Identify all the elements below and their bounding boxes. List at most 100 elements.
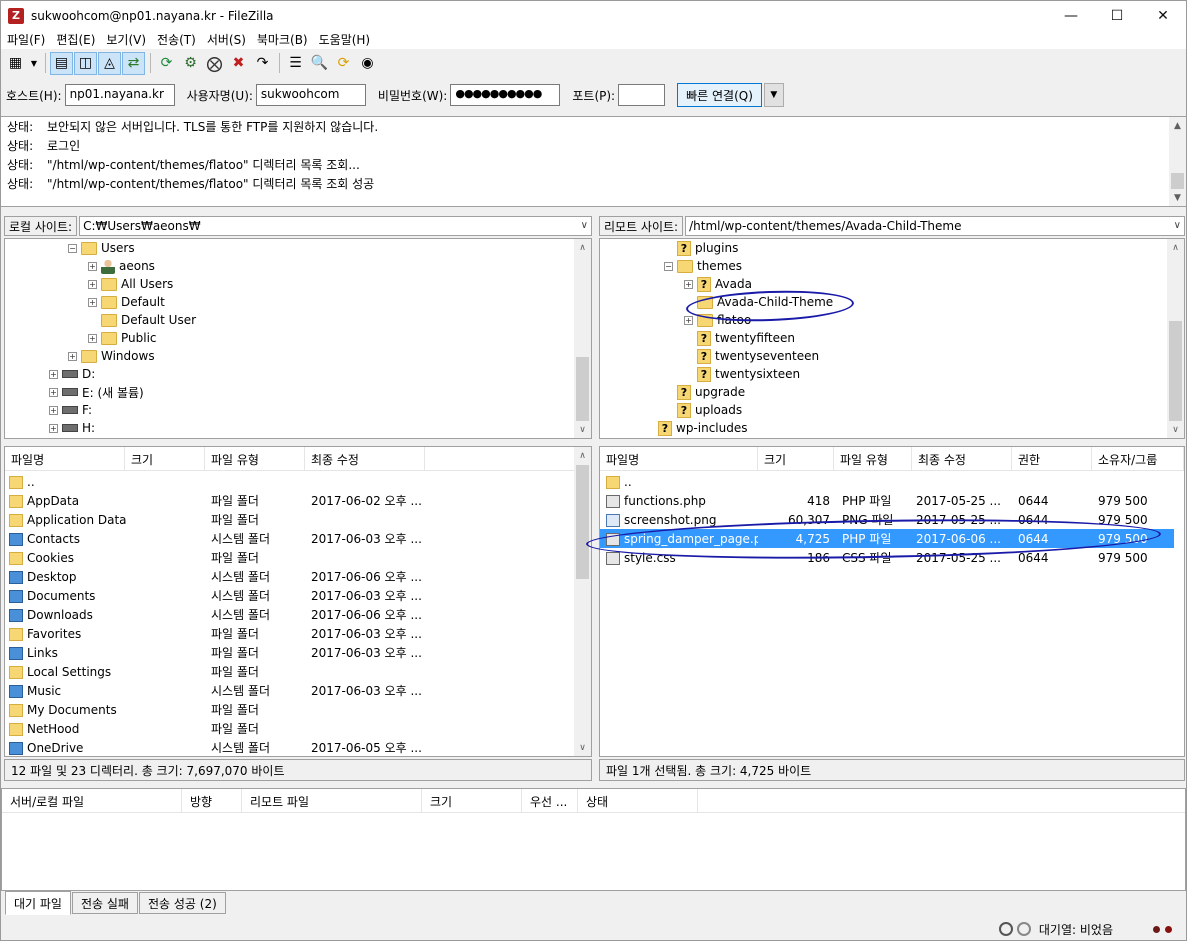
refresh-icon[interactable]: ⟳ <box>155 52 178 75</box>
password-input[interactable]: ●●●●●●●●●● <box>450 84 561 106</box>
menu-item[interactable]: 편집(E) <box>50 31 100 48</box>
synchronized-browsing-icon[interactable]: ⟳ <box>332 52 355 75</box>
search-remote-icon[interactable]: ◉ <box>356 52 379 75</box>
menu-item[interactable]: 서버(S) <box>201 31 251 48</box>
toggle-log-icon[interactable]: ▤ <box>50 51 73 75</box>
disconnect-icon[interactable]: ✖ <box>227 52 250 75</box>
host-input[interactable]: np01.nayana.kr <box>64 84 175 106</box>
queue-tab[interactable]: 전송 성공 (2) <box>138 892 226 914</box>
file-row[interactable]: spring_damper_page.php 4,725 PHP 파일 2017-06… <box>600 529 1174 548</box>
tree-item[interactable]: ? plugins <box>664 239 738 257</box>
file-row[interactable]: Desktop 시스템 폴더 2017-06-06 오후 ... <box>5 567 576 586</box>
tree-item[interactable]: ? twentysixteen <box>684 365 800 383</box>
file-row[interactable]: Local Settings 파일 폴더 <box>5 662 576 681</box>
local-path-input[interactable]: C:₩Users₩aeons₩ ∨ <box>79 216 592 236</box>
file-row[interactable]: .. <box>5 472 576 491</box>
column-header[interactable]: 방향 <box>182 789 242 813</box>
column-header[interactable]: 우선 ... <box>522 789 578 813</box>
tree-item[interactable]: + D: <box>49 365 95 383</box>
scroll-down-icon[interactable]: ∨ <box>574 421 591 438</box>
queue-tab[interactable]: 전송 실패 <box>71 892 138 914</box>
tree-item[interactable]: +? Avada <box>684 275 752 293</box>
tree-item[interactable]: ? twentyseventeen <box>684 347 819 365</box>
expand-icon[interactable]: + <box>49 405 58 415</box>
cancel-operation-icon[interactable]: ⨂ <box>203 52 226 75</box>
tree-item[interactable]: ? twentyfifteen <box>684 329 795 347</box>
tree-item[interactable]: + aeons <box>88 257 155 275</box>
scroll-up-icon[interactable]: ∧ <box>574 447 591 464</box>
column-header[interactable]: 파일 유형 <box>834 447 912 471</box>
tree-item[interactable]: ? uploads <box>664 401 742 419</box>
tree-item[interactable]: + Default <box>88 293 165 311</box>
scroll-up-icon[interactable]: ▲ <box>1169 117 1186 134</box>
column-header[interactable]: 최종 수정 <box>912 447 1012 471</box>
column-header[interactable]: 파일명 <box>600 447 758 471</box>
tree-item[interactable]: + flatoo <box>684 311 751 329</box>
file-row[interactable]: OneDrive 시스템 폴더 2017-06-05 오후 ... <box>5 738 576 756</box>
file-row[interactable]: Favorites 파일 폴더 2017-06-03 오후 ... <box>5 624 576 643</box>
file-row[interactable]: Music 시스템 폴더 2017-06-03 오후 ... <box>5 681 576 700</box>
tree-item[interactable]: + H: <box>49 419 95 437</box>
tree-item[interactable]: ? wp-includes <box>645 419 748 437</box>
column-header[interactable]: 파일 유형 <box>205 447 305 471</box>
column-header[interactable]: 파일명 <box>5 447 125 471</box>
expand-icon[interactable]: + <box>88 261 97 271</box>
speed-limit-icon[interactable] <box>1016 922 1031 936</box>
process-queue-icon[interactable]: ⚙ <box>179 52 202 75</box>
tree-item[interactable]: − themes <box>664 257 742 275</box>
file-row[interactable]: .. <box>600 472 1174 491</box>
column-header[interactable]: 크기 <box>758 447 834 471</box>
tree-item[interactable]: Avada-Child-Theme <box>684 293 833 311</box>
toggle-remote-tree-icon[interactable]: ◬ <box>98 51 121 75</box>
chevron-down-icon[interactable]: ∨ <box>1174 220 1181 231</box>
column-header[interactable]: 크기 <box>422 789 522 813</box>
column-header[interactable]: 상태 <box>578 789 698 813</box>
file-row[interactable]: screenshot.png 60,307 PNG 파일 2017-05-25 ...… <box>600 510 1174 529</box>
site-manager-dropdown-icon[interactable]: ▼ <box>28 52 40 75</box>
tree-item[interactable]: − Users <box>68 239 135 257</box>
log-scrollbar[interactable]: ▲ ▼ <box>1169 117 1186 206</box>
queue-tab[interactable]: 대기 파일 <box>5 891 71 915</box>
scroll-down-icon[interactable]: ▼ <box>1169 189 1186 206</box>
menu-item[interactable]: 파일(F) <box>1 31 50 48</box>
quickconnect-dropdown-icon[interactable]: ▼ <box>763 83 784 107</box>
maximize-button[interactable]: ☐ <box>1094 1 1140 30</box>
expand-icon[interactable]: + <box>49 423 58 433</box>
expand-icon[interactable]: + <box>49 387 58 397</box>
column-header[interactable]: 최종 수정 <box>305 447 425 471</box>
file-row[interactable]: Downloads 시스템 폴더 2017-06-06 오후 ... <box>5 605 576 624</box>
file-row[interactable]: My Documents 파일 폴더 <box>5 700 576 719</box>
expand-icon[interactable]: + <box>68 351 77 361</box>
port-input[interactable] <box>618 84 666 106</box>
tree-item[interactable]: + Windows <box>68 347 155 365</box>
menu-item[interactable]: 보기(V) <box>100 31 151 48</box>
expand-icon[interactable]: + <box>684 279 693 289</box>
scroll-down-icon[interactable]: ∨ <box>574 739 591 756</box>
toggle-local-tree-icon[interactable]: ◫ <box>74 51 97 75</box>
tree-item[interactable]: Default User <box>88 311 196 329</box>
column-header[interactable]: 크기 <box>125 447 205 471</box>
file-row[interactable]: Application Data 파일 폴더 <box>5 510 576 529</box>
expand-icon[interactable]: + <box>88 279 97 289</box>
expand-icon[interactable]: + <box>684 315 693 325</box>
column-header[interactable]: 리모트 파일 <box>242 789 422 813</box>
column-header[interactable]: 소유자/그룹 <box>1092 447 1184 471</box>
scroll-down-icon[interactable]: ∨ <box>1167 421 1184 438</box>
close-button[interactable]: ✕ <box>1140 1 1186 30</box>
file-row[interactable]: Documents 시스템 폴더 2017-06-03 오후 ... <box>5 586 576 605</box>
file-row[interactable]: AppData 파일 폴더 2017-06-02 오후 ... <box>5 491 576 510</box>
column-header[interactable]: 권한 <box>1012 447 1092 471</box>
menu-item[interactable]: 도움말(H) <box>313 31 376 48</box>
chevron-down-icon[interactable]: ∨ <box>581 220 588 231</box>
local-list-scrollbar[interactable]: ∧ ∨ <box>574 447 591 756</box>
tree-item[interactable]: + F: <box>49 401 92 419</box>
username-input[interactable]: sukwoohcom <box>255 84 366 106</box>
expand-icon[interactable]: + <box>88 333 97 343</box>
tree-item[interactable]: + All Users <box>88 275 173 293</box>
column-header[interactable]: 서버/로컬 파일 <box>2 789 182 813</box>
file-row[interactable]: Cookies 파일 폴더 <box>5 548 576 567</box>
site-manager-icon[interactable]: ▦ <box>4 52 27 75</box>
directory-listing-filter-icon[interactable]: ☰ <box>284 52 307 75</box>
remote-tree-scrollbar[interactable]: ∧ ∨ <box>1167 239 1184 438</box>
file-row[interactable]: Links 파일 폴더 2017-06-03 오후 ... <box>5 643 576 662</box>
